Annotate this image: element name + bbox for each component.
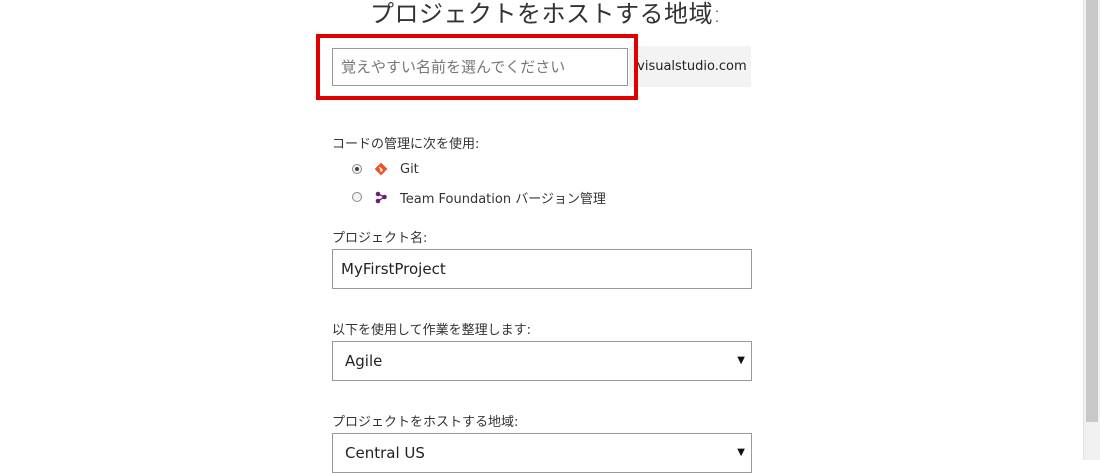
highlight-box (316, 34, 638, 100)
radio-option-git[interactable]: Git (352, 160, 419, 178)
domain-suffix: .visualstudio.com (629, 46, 751, 87)
region-select-value: Central US (345, 444, 425, 462)
chevron-down-icon: ▼ (737, 447, 745, 458)
scrollbar-thumb[interactable] (1086, 0, 1098, 422)
region-select[interactable]: Central US ▼ (332, 433, 752, 473)
tfvc-icon (375, 191, 387, 204)
radio-button-tfvc[interactable] (352, 192, 362, 202)
project-name-input[interactable]: MyFirstProject (332, 249, 752, 289)
process-select-value: Agile (345, 352, 383, 370)
radio-label-git: Git (400, 161, 419, 177)
region-label: プロジェクトをホストする地域: (332, 415, 519, 430)
process-label: 以下を使用して作業を整理します: (332, 323, 531, 338)
process-select[interactable]: Agile ▼ (332, 341, 752, 381)
radio-label-tfvc: Team Foundation バージョン管理 (400, 191, 606, 207)
project-name-label: プロジェクト名: (332, 231, 428, 246)
git-icon (374, 162, 388, 176)
vertical-scrollbar[interactable] (1083, 0, 1100, 460)
version-control-label: コードの管理に次を使用: (332, 137, 480, 152)
chevron-down-icon: ▼ (737, 355, 745, 366)
radio-option-tfvc[interactable]: Team Foundation バージョン管理 (352, 188, 606, 207)
radio-button-git[interactable] (352, 164, 362, 174)
page-title: プロジェクトをホストする地域: (370, 0, 722, 28)
